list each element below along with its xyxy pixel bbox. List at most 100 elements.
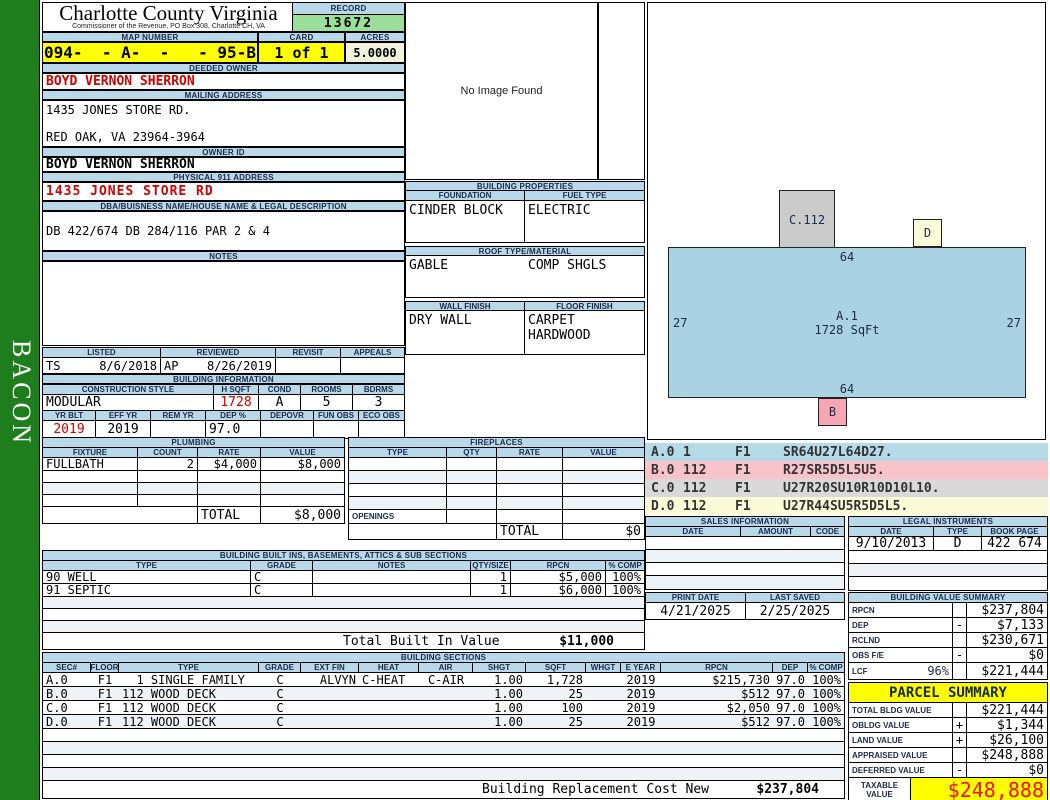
roof-material-value: COMP SHGLS xyxy=(528,258,607,273)
sketch-section-a: A.1 1728 SqFt 64 64 27 27 xyxy=(668,247,1026,398)
no-image-text: No Image Found xyxy=(460,85,543,97)
mailing-line1: 1435 JONES STORE RD. xyxy=(46,103,191,117)
legal-title: LEGAL INSTRUMENTS xyxy=(849,517,1047,527)
fireplaces-panel: FIREPLACES TYPE QTY RATE VALUE OPENINGS … xyxy=(348,437,645,540)
photo-panel: No Image Found xyxy=(405,2,598,180)
vector-row: D.0 112 F1 U27R44SU5R5D5L5. xyxy=(645,497,1048,515)
fp-value-label: VALUE xyxy=(563,448,644,457)
fireplaces-title: FIREPLACES xyxy=(349,438,644,448)
physical-address-label: PHYSICAL 911 ADDRESS xyxy=(42,172,405,182)
sketch-dim-right: 27 xyxy=(1006,315,1021,330)
remyr-label: REM YR xyxy=(151,411,206,420)
parcel-summary-row: TOTAL BLDG VALUE $221,444 xyxy=(849,703,1047,718)
foundation-label: FOUNDATION xyxy=(406,191,525,200)
parcel-summary-row: LAND VALUE + $26,100 xyxy=(849,733,1047,748)
wall-finish-value: DRY WALL xyxy=(406,311,525,354)
roof-type-value: GABLE xyxy=(409,258,449,273)
value-summary-row: OBS F/E - $0 xyxy=(849,648,1047,663)
dep-label: DEP % xyxy=(206,411,261,420)
sketch-dim-top: 64 xyxy=(839,250,855,264)
print-date-label: PRINT DATE xyxy=(646,593,746,602)
fireplaces-total-value: $0 xyxy=(625,524,641,539)
sketch-a-sqft: 1728 SqFt xyxy=(814,322,880,337)
floor-finish-label: FLOOR FINISH xyxy=(525,302,644,310)
vector-row: A.0 1 F1 SR64U27L64D27. xyxy=(645,443,1048,461)
acres-label: ACRES xyxy=(345,32,405,42)
legal-date-label: DATE xyxy=(849,527,934,536)
commissioner-line: Commissioner of the Revenue, PO Box 308,… xyxy=(72,23,265,30)
card-label: CARD xyxy=(258,32,345,42)
legal-panel: LEGAL INSTRUMENTS DATE TYPE BOOK PAGE 9/… xyxy=(848,516,1048,591)
section-row: C.0 F1 112 WOOD DECK C 1.00 100 2019 $2,… xyxy=(43,701,844,715)
mailing-address-box: 1435 JONES STORE RD. RED OAK, VA 23964-3… xyxy=(42,100,405,147)
last-saved-value: 2/25/2025 xyxy=(759,603,831,619)
parcel-summary-row: APPRAISED VALUE $248,888 xyxy=(849,748,1047,763)
sales-title: SALES INFORMATION xyxy=(646,517,844,527)
cond-label: COND xyxy=(259,385,301,394)
building-information-table: CONSTRUCTION STYLE H SQFT COND ROOMS BDR… xyxy=(42,384,405,439)
appeals-value xyxy=(341,358,404,373)
built-ins-title: BUILDING BUILT INS, BASEMENTS, ATTICS & … xyxy=(43,551,644,561)
value-label: VALUE xyxy=(261,448,344,457)
remyr-value xyxy=(151,421,206,438)
plumbing-total-value: $8,000 xyxy=(294,507,341,523)
sketch-dim-left: 27 xyxy=(673,315,688,330)
yrblt-value: 2019 xyxy=(43,421,96,438)
plumbing-row: FULLBATH 2 $4,000 $8,000 xyxy=(43,458,344,471)
deeded-owner-value: BOYD VERNON SHERRON xyxy=(42,73,405,90)
reviewed-value: AP 8/26/2019 xyxy=(161,358,276,373)
yrblt-label: YR BLT xyxy=(43,411,96,420)
sketch-dim-bottom: 64 xyxy=(839,382,855,396)
construction-style-label: CONSTRUCTION STYLE xyxy=(43,385,214,394)
built-ins-total-label: Total Built In Value xyxy=(343,633,500,649)
last-saved-label: LAST SAVED xyxy=(746,593,844,602)
built-ins-total-value: $11,000 xyxy=(559,633,614,649)
dep-value: 97.0 xyxy=(206,421,261,438)
ecoobs-label: ECO OBS xyxy=(359,411,404,420)
value-summary-row: DEP - $7,133 xyxy=(849,618,1047,633)
sketch-section-c: C.112 xyxy=(779,190,835,249)
record-label: RECORD xyxy=(293,3,404,15)
card-value: 1 of 1 xyxy=(258,42,345,63)
bi-rpcn-label: RPCN xyxy=(511,561,606,570)
reviewed-date: 8/26/2019 xyxy=(206,358,272,373)
building-properties-panel: BUILDING PROPERTIES FOUNDATION FUEL TYPE… xyxy=(405,181,645,355)
owner-id-label: OWNER ID xyxy=(42,147,405,157)
building-properties-title: BUILDING PROPERTIES xyxy=(405,181,645,191)
revisit-value xyxy=(276,358,341,373)
building-sections-panel: BUILDING SECTIONS SEC# FLOOR TYPE GRADE … xyxy=(42,652,845,799)
listed-value: TS 8/6/2018 xyxy=(43,358,161,373)
openings-label: OPENINGS xyxy=(349,510,447,523)
count-label: COUNT xyxy=(138,448,198,457)
bi-comp-label: % COMP xyxy=(606,561,644,570)
taxable-value-row: TAXABLE VALUE $248,888 xyxy=(849,778,1047,800)
effyr-label: EFF YR xyxy=(96,411,151,420)
bdrms-label: BDRMS xyxy=(353,385,404,394)
sales-panel: SALES INFORMATION DATE AMOUNT CODE xyxy=(645,516,845,590)
value-summary-row: LCF 96% $221,444 xyxy=(849,663,1047,679)
value-summary-title: BUILDING VALUE SUMMARY xyxy=(849,593,1047,603)
district-sidebar: BACON xyxy=(0,0,40,800)
replacement-cost-label: Building Replacement Cost New xyxy=(482,782,709,797)
building-information-title: BUILDING INFORMATION xyxy=(42,374,405,384)
record-box: RECORD 13672 xyxy=(292,3,404,31)
bi-type-label: TYPE xyxy=(43,561,251,570)
acres-value: 5.0000 xyxy=(345,42,405,63)
foundation-value: CINDER BLOCK xyxy=(406,201,525,242)
reviewed-by: AP xyxy=(164,358,179,373)
value-summary-panel: BUILDING VALUE SUMMARY RPCN $237,804 DEP… xyxy=(848,592,1048,680)
wall-finish-label: WALL FINISH xyxy=(406,302,525,310)
notes-box xyxy=(42,261,405,346)
value-summary-row: RPCN $237,804 xyxy=(849,603,1047,618)
vector-list: A.0 1 F1 SR64U27L64D27. B.0 112 F1 R27SR… xyxy=(645,443,1048,515)
fuel-label: FUEL TYPE xyxy=(525,191,644,200)
taxable-value-amount: $248,888 xyxy=(911,778,1047,800)
hsqft-value: 1728 xyxy=(214,395,259,410)
dates-panel: PRINT DATE LAST SAVED 4/21/2025 2/25/202… xyxy=(645,592,845,620)
property-record-card: BACON Charlotte County Virginia Commissi… xyxy=(0,0,1050,800)
bdrms-value: 3 xyxy=(374,395,383,410)
rooms-value: 5 xyxy=(301,395,353,410)
district-name: BACON xyxy=(7,340,36,447)
fixture-label: FIXTURE xyxy=(43,448,138,457)
listed-label: LISTED xyxy=(43,348,161,357)
